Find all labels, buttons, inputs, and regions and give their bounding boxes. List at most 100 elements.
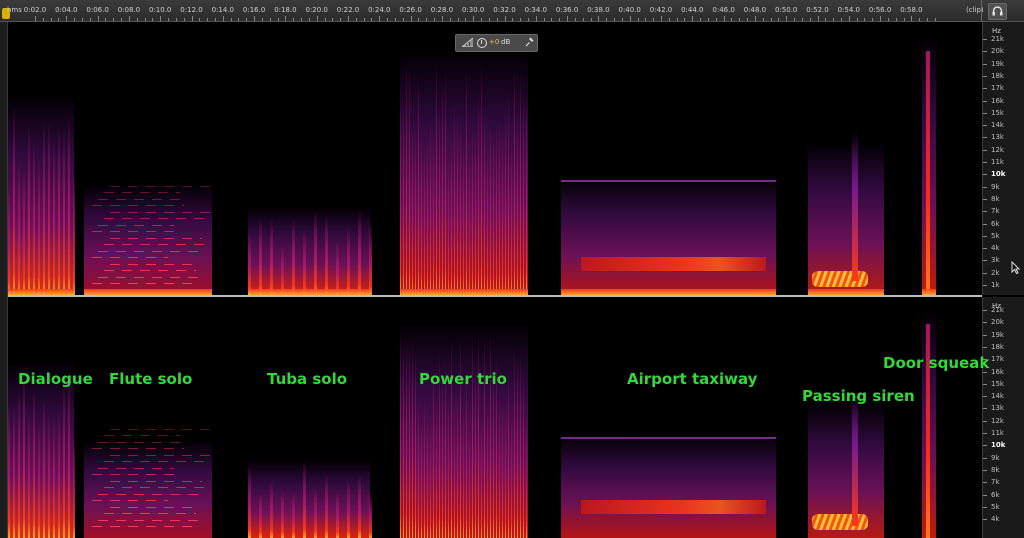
ruler-tick (614, 18, 615, 21)
harmonic-line (92, 283, 200, 284)
siren-hotspot (812, 514, 868, 530)
ruler-tick (895, 18, 897, 21)
spectrogram-channel-left[interactable] (8, 22, 982, 295)
ruler-tick (817, 16, 819, 21)
frequency-scale-top[interactable]: Hz 21k 20k 19k 18k 17k 16k 15k 14k 13k 12k 11k 10k 9… (982, 22, 1024, 295)
ruler-time-label: 0:56.0 (868, 6, 892, 14)
spectrum-bar (499, 117, 500, 295)
hz-tick (983, 260, 987, 262)
ruler-tick (144, 18, 146, 21)
ruler-tick (496, 18, 498, 21)
spectrum-bar (460, 117, 461, 295)
annotation-tuba-solo: Tuba solo (267, 370, 348, 388)
spectrum-bar (472, 123, 473, 295)
volume-icon (462, 38, 473, 47)
ruler-tick (739, 18, 741, 21)
harmonic-line (104, 487, 204, 488)
spectrum-bar (502, 400, 503, 538)
spectrum-bar (303, 461, 306, 538)
ruler-time-label: 0:54.0 (837, 6, 860, 14)
spectrum-bar (412, 122, 413, 295)
ruler-tick (277, 18, 279, 21)
flute-spectrum (84, 441, 212, 538)
ruler-time-label: 0:50.0 (774, 6, 798, 14)
spectrum-bar (400, 93, 401, 295)
hz-tick (983, 272, 987, 274)
ruler-tick (379, 16, 381, 21)
hz-label: 6k (991, 490, 1000, 499)
hz-label: 16k (991, 367, 1004, 376)
spectrum-bar (508, 96, 509, 295)
spectrum-bar (325, 215, 328, 295)
spectrum-bar (415, 348, 416, 538)
ruler-tick (175, 18, 177, 21)
headphones-button[interactable] (988, 3, 1007, 20)
ruler-tick (723, 16, 725, 21)
ruler-tick (856, 18, 858, 21)
volume-hud[interactable]: +0 dB (455, 34, 538, 52)
harmonic-line (98, 493, 206, 495)
spectrum-bar (481, 419, 482, 538)
ruler-tick (754, 16, 756, 21)
spectrum-bar (499, 395, 500, 538)
spectrum-bar (336, 242, 339, 295)
spectrum-bar (347, 479, 350, 538)
spectrum-bar (58, 411, 60, 538)
ruler-tick (254, 16, 256, 21)
ruler-tick (911, 16, 913, 21)
spectrum-bar (48, 120, 50, 295)
ruler-tick (434, 18, 435, 21)
spectrum-bar (418, 395, 419, 538)
ruler-tick (488, 18, 490, 21)
hz-tick (983, 112, 987, 114)
ruler-tick (731, 18, 733, 21)
time-ruler[interactable]: hms 0:02.0 0:04.0 0:06.0 0:08.0 0:10.0 0:12.0… (0, 0, 1024, 22)
hz-tick (983, 519, 987, 521)
frequency-scale-bottom[interactable]: Hz 21k 20k 19k 18k 17k 16k 15k 14k 13k 12k 11k 10k 9… (982, 297, 1024, 538)
harmonic-line (110, 237, 202, 239)
hz-tick (983, 248, 987, 250)
hz-tick (983, 137, 987, 139)
spectrum-bar (406, 64, 407, 295)
harmonic-line (92, 474, 176, 475)
spectrum-bar (325, 473, 328, 538)
ruler-tick (840, 18, 842, 21)
spectrum-bar (454, 102, 455, 295)
taxiway-hotband (581, 257, 766, 271)
spectrum-bar (484, 107, 485, 295)
pin-icon[interactable] (525, 37, 534, 47)
ruler-tick (848, 16, 850, 21)
spectrogram-channel-right[interactable] (8, 297, 982, 538)
hz-label: 18k (991, 71, 1004, 80)
harmonic-line (110, 454, 210, 456)
spectrum-bar (68, 114, 70, 295)
spectrum-bar (38, 157, 40, 295)
ruler-tick (872, 18, 874, 21)
hz-label: 9k (991, 182, 1000, 191)
harmonic-line (104, 513, 196, 514)
spectrum-bar (478, 333, 479, 538)
spectrum-bar (403, 336, 404, 538)
ruler-tick (394, 18, 396, 21)
volume-knob-icon[interactable] (477, 38, 487, 48)
spectrum-bar (526, 94, 527, 295)
hz-label: 14k (991, 121, 1004, 130)
spectrum-bar (270, 219, 273, 295)
harmonic-line (110, 480, 202, 482)
ruler-tick (778, 18, 780, 21)
ruler-time-label: 0:26.0 (399, 6, 422, 14)
hz-tick (983, 149, 987, 151)
ruler-tick (410, 16, 412, 21)
spectrum-bar (303, 228, 306, 295)
ruler-tick (833, 18, 835, 21)
spectrum-bar (517, 113, 518, 295)
harmonic-line (98, 224, 174, 226)
annotation-door-squeak: Door squeak (883, 354, 990, 372)
hz-label: 17k (991, 84, 1004, 93)
hz-label: 11k (991, 158, 1004, 166)
ruler-tick (183, 18, 185, 21)
spectrum-bar (505, 105, 506, 295)
harmonic-line (98, 467, 174, 469)
ruler-tick (801, 18, 803, 21)
spectrum-bar (427, 130, 428, 295)
